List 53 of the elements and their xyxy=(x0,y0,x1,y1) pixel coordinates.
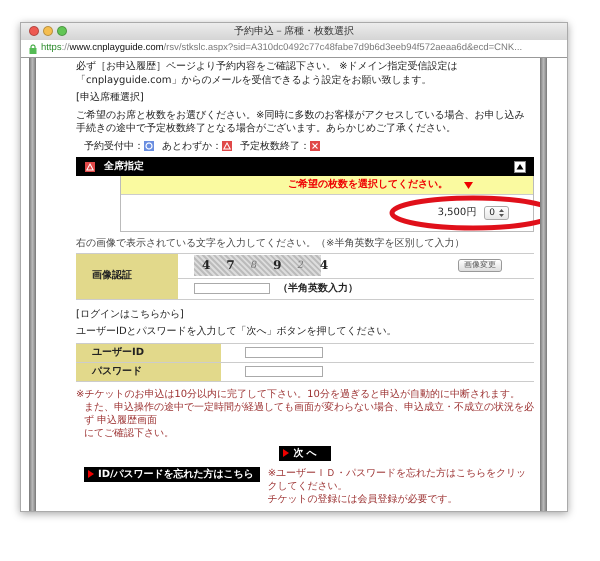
section-heading: [ログインはこちらから] xyxy=(76,308,185,321)
section-heading: [申込席種選択] xyxy=(76,91,145,104)
instruction-text: 右の画像で表示されている文字を入力してください。（※半角英数字を区別して入力） xyxy=(76,237,534,254)
play-icon xyxy=(283,449,290,457)
text-field[interactable] xyxy=(245,366,323,377)
play-icon xyxy=(88,470,94,478)
change-image-button[interactable]: 画像変更 xyxy=(458,259,502,272)
legend-label: あとわずか： xyxy=(162,140,222,153)
warning-icon xyxy=(222,141,232,152)
seat-type-header[interactable]: 全席指定 xyxy=(76,157,534,176)
lock-icon xyxy=(29,44,37,54)
field-label: パスワード xyxy=(76,362,221,380)
captcha-character: 9 xyxy=(273,257,282,274)
captcha-character: 4 xyxy=(320,257,328,274)
collapse-icon[interactable] xyxy=(514,160,526,172)
available-icon xyxy=(144,141,154,152)
captcha-character: 8 xyxy=(250,258,258,272)
captcha-character: 4 xyxy=(202,257,210,274)
updown-icon xyxy=(499,208,504,217)
note-text: にてご確認下さい。 xyxy=(83,426,175,440)
field-label: ユーザーID xyxy=(76,344,221,362)
cross-icon xyxy=(310,141,320,152)
legend-label: 予約受付中： xyxy=(84,140,144,153)
hint-text: （半角英数入力） xyxy=(278,282,358,296)
seat-type-name: 全席指定 xyxy=(104,160,145,174)
forgot-password-button[interactable]: ID/パスワードを忘れた方はこちら xyxy=(84,466,260,482)
instruction-text: ユーザーIDとパスワードを入力して「次へ」ボタンを押してください。 xyxy=(76,325,398,338)
url-text: /rsv/stkslc.aspx?sid=A310dc0492c77c48fabe7d9b6d3eeb94f572aeaa6d&ecd=CNK... xyxy=(164,42,522,55)
note-text: チケットの登録には会員登録が必要です。 xyxy=(268,492,459,506)
zoom-button[interactable] xyxy=(57,26,67,36)
legend-label: 予定枚数終了： xyxy=(240,140,310,153)
captcha-character: 7 xyxy=(226,257,235,274)
text-field[interactable] xyxy=(245,347,323,358)
close-button[interactable] xyxy=(29,26,39,36)
note-text: ※ユーザーＩＤ・パスワードを忘れた方はこちらをクリックしてください。 xyxy=(268,466,528,492)
next-button[interactable]: 次 へ xyxy=(279,446,331,460)
url-text: https xyxy=(41,42,62,55)
price-text: 3,500円 xyxy=(438,206,476,220)
warning-icon xyxy=(84,162,96,172)
captcha-character: 2 xyxy=(297,258,304,272)
intro-text: 必ず［お申込履歴］ページより予約内容をご確認下さい。 ※ドメイン指定受信設定は「cnplayguide.com」からのメールを受信できるよう設定をお願い致します。 xyxy=(76,60,459,87)
minimize-button[interactable] xyxy=(43,26,53,36)
quantity-select[interactable]: 0 xyxy=(484,206,509,220)
captcha-input[interactable] xyxy=(194,283,270,294)
down-arrow-icon xyxy=(464,182,473,188)
captcha-label: 画像認証 xyxy=(76,254,178,298)
note-text: また、申込操作の途中で一定時間が経過しても画面が変わらない場合、申込成立・不成立の状況を必ず 申込履歴画面 xyxy=(83,400,534,426)
description-text: ご希望のお席と枚数をお選びください。※同時に多数のお客様がアクセスしている場合、お申し込み手続きの途中で予定枚数終了となる場合がございます。あらかじめご了承ください。 xyxy=(76,108,526,136)
prompt-text: ご希望の枚数を選択してください。 xyxy=(288,178,448,192)
url-text: :// xyxy=(62,42,70,55)
url-text: www.cnplayguide.com xyxy=(70,42,164,55)
note-text: ※チケットのお申込は10分以内に完了して下さい。10分を過ぎると申込が自動的に中断されます。 xyxy=(76,388,521,400)
window-title: 予約申込－席種・枚数選択 xyxy=(234,24,354,38)
